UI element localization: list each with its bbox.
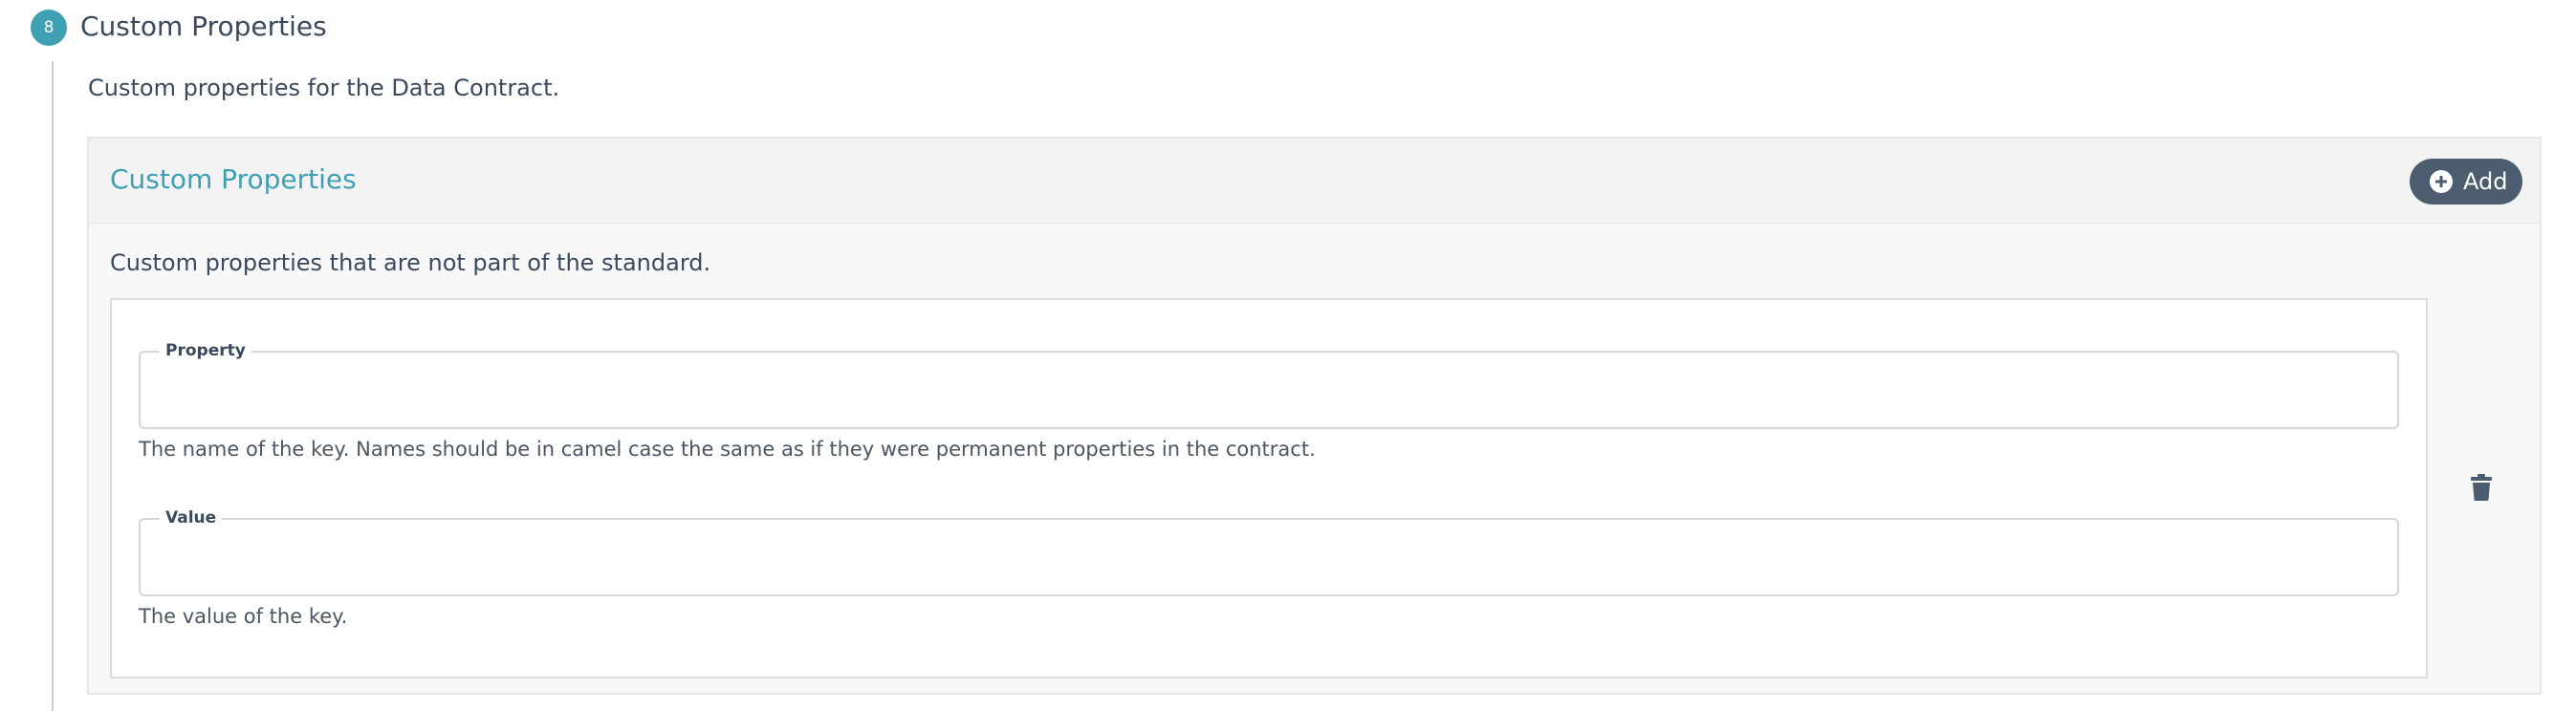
step-connector-line (52, 61, 54, 711)
panel-header: Custom Properties Add (89, 139, 2540, 224)
value-field-label: Value (160, 506, 223, 529)
property-input[interactable] (164, 379, 2376, 420)
trash-icon[interactable] (2471, 474, 2492, 501)
panel-title: Custom Properties (110, 163, 357, 195)
panel-description: Custom properties that are not part of t… (110, 249, 711, 276)
add-button-label: Add (2463, 168, 2508, 195)
section-description: Custom properties for the Data Contract. (88, 75, 560, 101)
custom-properties-panel: Custom Properties Add Custom properties … (87, 137, 2542, 695)
property-field-label: Property (160, 339, 251, 362)
value-field: Value (139, 506, 2399, 596)
property-help-text: The name of the key. Names should be in … (139, 438, 1316, 461)
step-number-badge: 8 (31, 10, 67, 46)
custom-properties-page: 8 Custom Properties Custom properties fo… (0, 0, 2576, 711)
plus-circle-icon (2430, 170, 2453, 193)
value-input[interactable] (164, 547, 2376, 587)
property-field: Property (139, 339, 2399, 429)
section-title: Custom Properties (80, 11, 327, 42)
value-help-text: The value of the key. (139, 605, 348, 628)
add-button[interactable]: Add (2410, 159, 2522, 205)
custom-property-item: Property The name of the key. Names shou… (110, 298, 2428, 679)
